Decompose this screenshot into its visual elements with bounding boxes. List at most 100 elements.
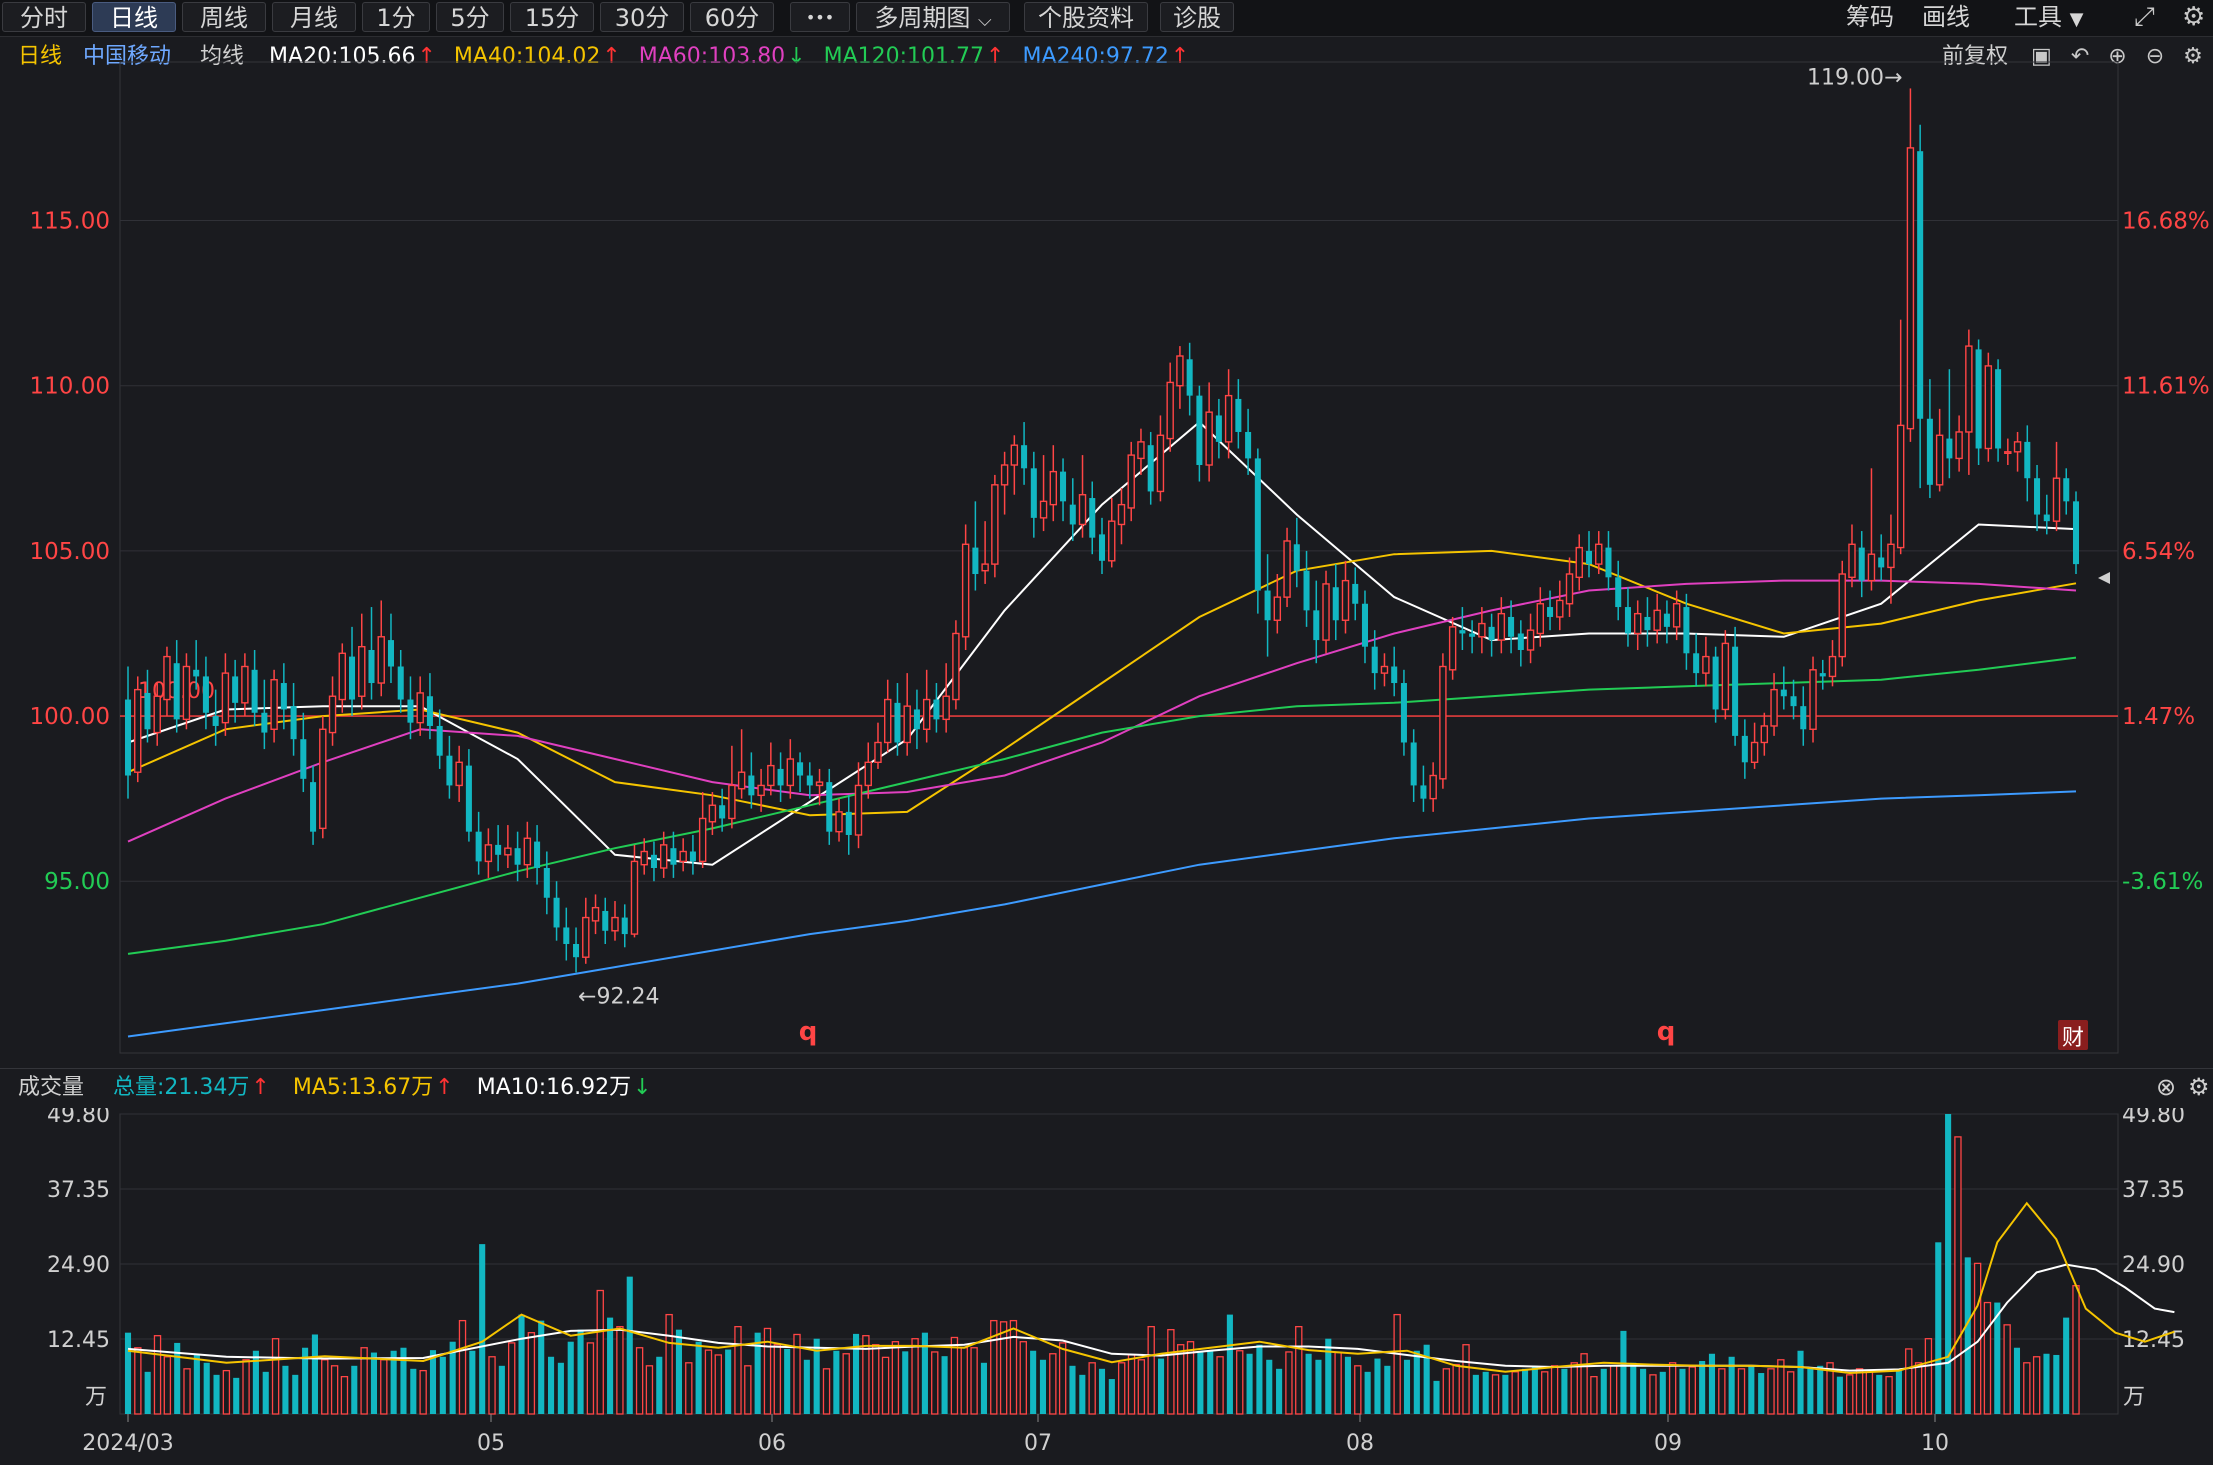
candle <box>1750 722 1759 769</box>
volume-bar <box>645 1365 654 1415</box>
candle <box>182 653 191 730</box>
volume-bar <box>2003 1324 2011 1415</box>
candle <box>1293 517 1300 588</box>
ma-line-ma20 <box>127 420 2077 866</box>
volume-bar <box>1659 1371 1666 1414</box>
candle <box>1254 448 1261 614</box>
volume-ma5: MA5:13.67万↑ <box>292 1075 454 1100</box>
volume-axis-label-right: 37.35 <box>2122 1178 2185 1203</box>
volume-bar <box>203 1362 210 1414</box>
volume-axis-label-right: 49.80 <box>2122 1108 2185 1128</box>
volume-bar <box>842 1353 850 1415</box>
candle <box>1760 712 1769 756</box>
candle <box>1215 398 1222 459</box>
pct-axis-label: 16.68% <box>2122 209 2210 235</box>
candle <box>1361 590 1368 664</box>
candle <box>1858 531 1865 598</box>
volume-bar <box>1442 1368 1451 1415</box>
candle <box>1196 385 1203 482</box>
volume-bar <box>1482 1371 1489 1414</box>
candle <box>1410 729 1417 802</box>
volume-unit-label: 万 <box>85 1385 107 1410</box>
volume-total: 总量:21.34万↑ <box>113 1075 270 1100</box>
volume-bar <box>1758 1373 1765 1414</box>
volume-bar <box>616 1326 624 1415</box>
candle <box>416 676 424 736</box>
indicator-settings-icon[interactable]: ⚙ <box>2188 1073 2210 1101</box>
volume-bar <box>2043 1353 2050 1414</box>
candle <box>1429 762 1437 812</box>
candle <box>1205 382 1213 482</box>
price-chart[interactable]: 115.00 16.68% 110.00 11.61% 105.00 6.54% 100.0… <box>0 0 2213 1060</box>
candle <box>534 825 541 885</box>
volume-axis-label: 37.35 <box>47 1178 110 1203</box>
candle <box>2052 441 2061 532</box>
x-axis-label: 06 <box>758 1431 786 1456</box>
volume-bar <box>1767 1368 1775 1415</box>
volume-bar <box>1256 1344 1263 1414</box>
candle <box>1273 574 1282 634</box>
volume-bar <box>725 1349 732 1414</box>
candle <box>1819 659 1826 690</box>
candle <box>981 521 989 584</box>
candle <box>1508 600 1515 654</box>
candle <box>1741 719 1748 779</box>
volume-bar <box>1640 1368 1647 1414</box>
candle <box>173 640 180 733</box>
volume-bar <box>410 1368 417 1414</box>
candle <box>475 811 482 875</box>
pct-axis-label: 6.54% <box>2122 539 2195 565</box>
volume-bar <box>1039 1359 1047 1414</box>
candle <box>1420 765 1427 812</box>
volume-bar <box>311 1334 318 1414</box>
volume-bar <box>635 1347 644 1415</box>
candle <box>573 927 580 973</box>
candle <box>134 676 142 783</box>
candle <box>1469 620 1476 654</box>
candle <box>1049 445 1058 522</box>
candle <box>1800 686 1807 746</box>
event-marker[interactable]: q <box>1657 1017 1676 1047</box>
candle <box>689 834 696 875</box>
candle <box>698 792 707 869</box>
volume-bar <box>803 1359 810 1414</box>
candle <box>328 676 337 746</box>
candle <box>854 762 863 849</box>
candle <box>446 735 453 799</box>
volume-bar <box>262 1371 269 1414</box>
volume-bar <box>1167 1329 1175 1415</box>
close-indicator-icon[interactable]: ⊗ <box>2156 1073 2176 1101</box>
candle <box>2072 491 2080 575</box>
candle <box>1060 458 1067 522</box>
volume-bar <box>193 1354 200 1414</box>
candle <box>972 501 979 591</box>
volume-bar <box>548 1356 555 1414</box>
candle <box>1488 613 1495 657</box>
candle <box>368 607 375 700</box>
candle <box>1166 362 1174 452</box>
volume-bar <box>271 1338 280 1415</box>
candle <box>1955 415 1963 472</box>
event-marker[interactable]: q <box>799 1017 818 1047</box>
candle <box>1906 88 1915 442</box>
candle <box>1565 557 1574 617</box>
price-axis-label: 110.00 <box>30 374 110 400</box>
volume-bar <box>862 1335 870 1415</box>
candle <box>358 613 366 710</box>
volume-bar <box>1019 1341 1027 1415</box>
candle <box>1313 580 1320 664</box>
candle <box>504 825 512 869</box>
candle <box>1575 534 1583 591</box>
volume-bar <box>1580 1353 1588 1415</box>
volume-bar <box>1177 1344 1185 1415</box>
volume-bar <box>1216 1356 1224 1415</box>
volume-bar <box>665 1313 673 1415</box>
volume-chart[interactable]: 49.80 49.80 37.35 37.35 24.90 24.90 12.45 12.45… <box>0 1108 2213 1465</box>
volume-bar <box>1344 1356 1352 1414</box>
volume-bar <box>144 1371 151 1414</box>
volume-bar <box>822 1368 831 1415</box>
candle <box>2004 438 2012 466</box>
volume-bar <box>1108 1379 1115 1414</box>
candle <box>1264 554 1271 657</box>
volume-bar <box>1079 1374 1086 1414</box>
